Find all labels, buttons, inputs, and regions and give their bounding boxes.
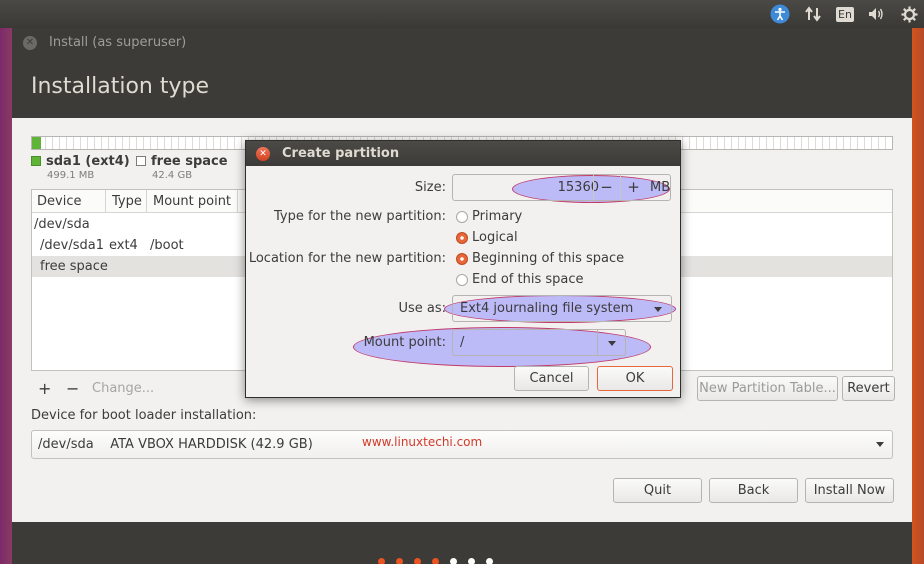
cell-mount-point: /boot (150, 238, 184, 253)
bootloader-device-value: /dev/sda ATA VBOX HARDDISK (42.9 GB) (38, 437, 313, 452)
location-label: Location for the new partition: (248, 251, 446, 266)
mount-point-combo[interactable]: / (452, 329, 626, 356)
size-increment-button[interactable]: + (620, 175, 646, 200)
legend-sda1: sda1 (ext4) (31, 154, 130, 169)
settings-gear-icon[interactable] (899, 4, 919, 24)
size-input[interactable]: 15360 (543, 180, 599, 195)
window-titlebar: ✕ Install (as superuser) (12, 28, 912, 58)
top-panel: En (0, 0, 924, 28)
size-unit-label: MB (650, 180, 671, 195)
partition-type-label: Type for the new partition: (273, 209, 446, 224)
watermark: www.linuxtechi.com (362, 435, 483, 449)
progress-dot (450, 558, 457, 564)
change-partition-button[interactable]: Change... (92, 381, 154, 396)
column-divider (105, 190, 106, 213)
cell-type: ext4 (109, 238, 138, 253)
column-divider (146, 190, 147, 213)
keyboard-language-indicator[interactable]: En (835, 4, 855, 24)
beginning-radio-label[interactable]: Beginning of this space (472, 251, 624, 266)
progress-dot (486, 558, 493, 564)
dialog-title: Create partition (282, 146, 400, 161)
legend-free-space: free space (136, 154, 228, 169)
cell-device: /dev/sda1 (40, 238, 104, 253)
column-divider (237, 190, 238, 213)
mount-point-label: Mount point: (363, 335, 446, 350)
size-spinbox[interactable]: 15360 − + (452, 174, 671, 201)
dialog-close-icon[interactable]: ✕ (256, 147, 270, 161)
progress-dot (378, 558, 385, 564)
primary-radio[interactable] (456, 211, 468, 223)
add-partition-button[interactable]: + (38, 379, 51, 398)
remove-partition-button[interactable]: − (66, 379, 79, 398)
cancel-button[interactable]: Cancel (514, 366, 589, 391)
dropdown-arrow-icon (876, 442, 884, 447)
dialog-titlebar: ✕ Create partition (246, 141, 680, 166)
combo-divider (597, 330, 598, 355)
accessibility-icon[interactable] (770, 4, 790, 24)
legend-label: sda1 (ext4) (46, 154, 130, 169)
primary-radio-label[interactable]: Primary (472, 209, 522, 224)
cell-device: /dev/sda (34, 217, 90, 232)
beginning-radio[interactable] (456, 253, 468, 265)
bootloader-label: Device for boot loader installation: (31, 408, 257, 423)
use-as-value: Ext4 journaling file system (460, 301, 634, 316)
progress-dot (396, 558, 403, 564)
size-decrement-button[interactable]: − (593, 175, 619, 200)
window-close-icon[interactable]: ✕ (23, 36, 37, 50)
legend-size: 499.1 MB (47, 170, 95, 181)
network-icon[interactable] (803, 4, 823, 24)
quit-button[interactable]: Quit (613, 478, 702, 503)
partition-bar-used (32, 137, 41, 149)
ok-button[interactable]: OK (597, 366, 673, 391)
volume-icon[interactable] (866, 4, 886, 24)
logical-radio[interactable] (456, 232, 468, 244)
install-now-button[interactable]: Install Now (805, 478, 894, 503)
column-header-type[interactable]: Type (112, 194, 142, 209)
progress-dots (378, 558, 493, 564)
legend-color-swatch (136, 156, 146, 166)
legend-color-swatch (31, 156, 41, 166)
progress-dot (414, 558, 421, 564)
use-as-label: Use as: (398, 301, 446, 316)
end-radio[interactable] (456, 274, 468, 286)
create-partition-dialog: ✕ Create partition Size: 15360 − + MB Ty… (245, 140, 681, 398)
progress-dot (432, 558, 439, 564)
revert-button[interactable]: Revert (842, 376, 895, 401)
dropdown-arrow-icon[interactable] (608, 341, 616, 346)
window-title: Install (as superuser) (49, 35, 187, 50)
use-as-select[interactable]: Ext4 journaling file system (452, 295, 672, 322)
back-button[interactable]: Back (709, 478, 798, 503)
end-radio-label[interactable]: End of this space (472, 272, 584, 287)
logical-radio-label[interactable]: Logical (472, 230, 518, 245)
legend-label: free space (151, 154, 228, 169)
language-label: En (836, 6, 854, 22)
page-title: Installation type (31, 74, 209, 99)
new-partition-table-button[interactable]: New Partition Table... (697, 376, 838, 401)
progress-dot (468, 558, 475, 564)
dropdown-arrow-icon (654, 307, 662, 312)
mount-point-value[interactable]: / (460, 335, 464, 350)
column-header-device[interactable]: Device (37, 194, 81, 209)
column-header-mount-point[interactable]: Mount point (153, 194, 231, 209)
cell-device: free space (40, 259, 108, 274)
size-label: Size: (414, 180, 446, 195)
legend-size: 42.4 GB (152, 170, 193, 181)
